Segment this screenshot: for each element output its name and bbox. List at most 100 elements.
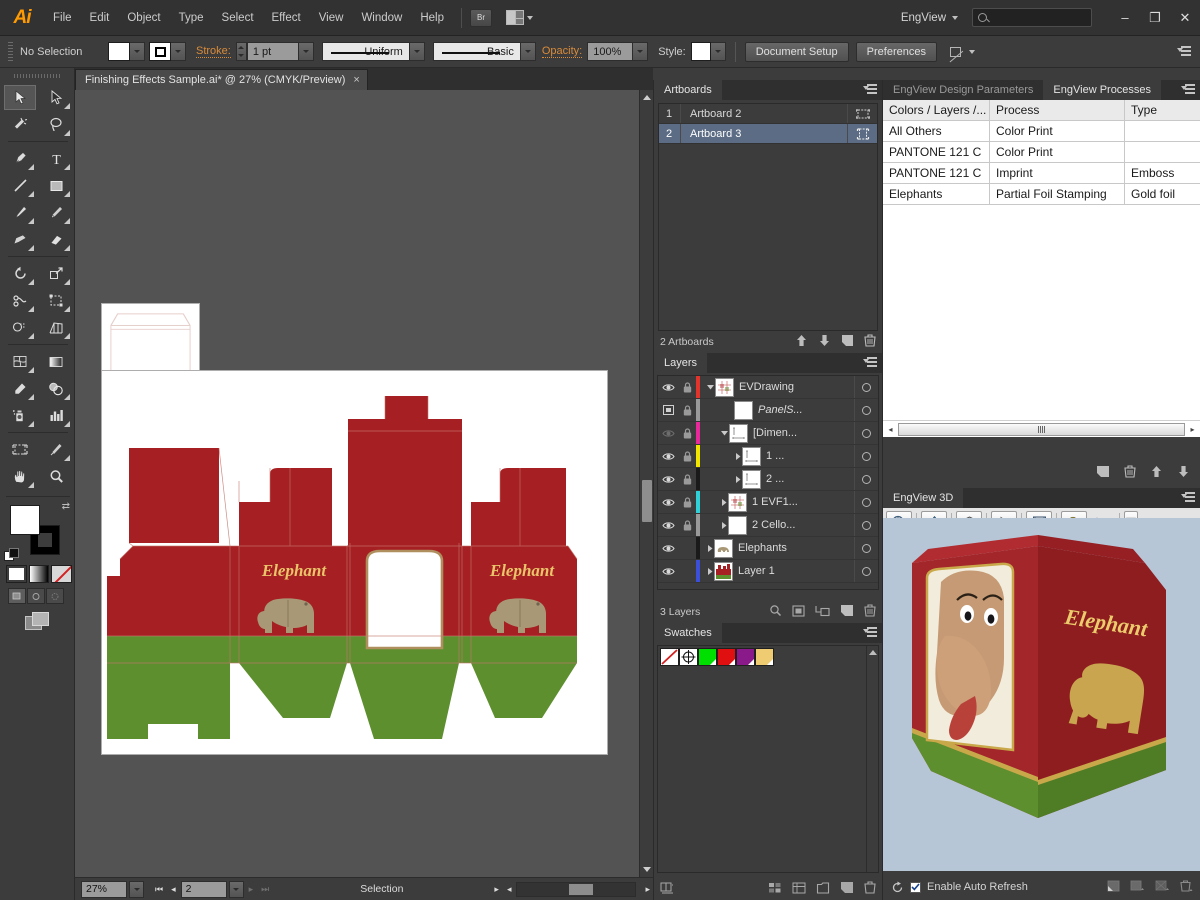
enable-auto-refresh-label[interactable]: Enable Auto Refresh	[927, 881, 1028, 893]
scroll-left-icon[interactable]: ◂	[883, 425, 898, 434]
stroke-weight-dropdown-button[interactable]	[299, 42, 314, 61]
layer-visibility-icon[interactable]	[658, 452, 678, 461]
tab-artboards[interactable]: Artboards	[654, 80, 722, 100]
rotate-tool[interactable]	[4, 261, 36, 286]
preferences-button[interactable]: Preferences	[856, 42, 937, 62]
process-colors-layers[interactable]: PANTONE 121 C	[883, 142, 990, 162]
layer-lock-icon[interactable]	[678, 474, 696, 485]
menu-file[interactable]: File	[44, 0, 81, 36]
layer-row[interactable]: PanelS...	[658, 399, 878, 422]
free-transform-tool[interactable]	[40, 288, 72, 313]
new-process-icon[interactable]	[1096, 465, 1110, 481]
texture-view-icon[interactable]	[1155, 880, 1170, 895]
search-input[interactable]	[972, 8, 1092, 27]
perspective-grid-tool[interactable]	[40, 315, 72, 340]
graphic-style-swatch[interactable]	[691, 42, 711, 61]
layer-row[interactable]: Layer 1	[658, 560, 878, 583]
opacity-dropdown-button[interactable]	[633, 42, 648, 61]
layer-row[interactable]: 2 Cello...	[658, 514, 878, 537]
scale-tool[interactable]	[40, 261, 72, 286]
artboards-list[interactable]: 1 Artboard 2 2 Artboard 3	[658, 103, 878, 331]
make-clipping-mask-icon[interactable]	[792, 605, 805, 620]
swatches-scrollbar[interactable]	[866, 646, 878, 872]
layer-expand-icon[interactable]	[700, 383, 715, 391]
layer-row[interactable]: EVDrawing	[658, 376, 878, 399]
new-color-group-icon[interactable]	[816, 882, 830, 897]
process-type[interactable]: Gold foil	[1125, 184, 1200, 204]
symbol-sprayer-tool[interactable]	[4, 403, 36, 428]
layer-target-icon[interactable]	[854, 537, 878, 559]
artboard-tool[interactable]	[4, 437, 36, 462]
last-artboard-icon[interactable]: ⏭	[258, 884, 272, 895]
hidden-characters-icon[interactable]	[949, 45, 964, 58]
zoom-dropdown-button[interactable]	[129, 881, 144, 898]
magic-wand-tool[interactable]	[4, 112, 36, 137]
eraser-tool[interactable]	[40, 227, 72, 252]
layer-name[interactable]: Layer 1	[738, 565, 854, 577]
layer-name[interactable]: PanelS...	[758, 404, 854, 416]
slice-tool[interactable]	[40, 437, 72, 462]
processes-scroll-track[interactable]	[898, 423, 1185, 436]
control-panel-menu-icon[interactable]	[1177, 46, 1191, 57]
processes-horizontal-scrollbar[interactable]: ◂ ▸	[883, 420, 1200, 437]
hand-tool[interactable]	[4, 464, 36, 489]
process-type[interactable]	[1125, 142, 1200, 162]
color-button[interactable]	[6, 565, 27, 583]
layer-target-icon[interactable]	[854, 560, 878, 582]
draw-inside-icon[interactable]	[46, 588, 64, 604]
artboard-3-artwork[interactable]: Elephant Elephant	[101, 370, 608, 755]
process-name[interactable]: Color Print	[990, 142, 1125, 162]
process-colors-layers[interactable]: All Others	[883, 121, 990, 141]
layer-target-icon[interactable]	[854, 468, 878, 490]
tab-swatches[interactable]: Swatches	[654, 623, 722, 643]
layer-name[interactable]: EVDrawing	[739, 381, 854, 393]
layer-visibility-icon[interactable]	[658, 544, 678, 553]
swatch-registration[interactable]	[679, 648, 698, 666]
next-artboard-icon[interactable]: ▸	[246, 884, 257, 895]
previous-artboard-icon[interactable]: ◂	[168, 884, 179, 895]
layer-target-icon[interactable]	[854, 514, 878, 536]
pencil-tool[interactable]	[40, 200, 72, 225]
collapse-icon[interactable]	[1107, 880, 1120, 895]
layer-visibility-icon[interactable]	[658, 521, 678, 530]
delete-swatch-icon[interactable]	[864, 881, 876, 897]
layer-name[interactable]: 2 ...	[766, 473, 854, 485]
layer-name[interactable]: Elephants	[738, 542, 854, 554]
close-button[interactable]: ✕	[1170, 7, 1200, 29]
fill-dropdown-button[interactable]	[130, 42, 145, 61]
swatches-panel-menu-icon[interactable]	[863, 627, 877, 638]
show-swatch-kinds-icon[interactable]	[768, 882, 782, 897]
swatch-purple[interactable]	[736, 648, 755, 666]
delete-view-icon[interactable]	[1180, 880, 1193, 895]
artboard-name[interactable]: Artboard 3	[681, 128, 847, 140]
width-tool[interactable]	[4, 288, 36, 313]
engview-3d-viewport[interactable]: Elephant	[883, 518, 1200, 871]
fill-swatch[interactable]	[108, 42, 130, 61]
shape-builder-tool[interactable]	[4, 315, 36, 340]
menu-type[interactable]: Type	[170, 0, 213, 36]
new-view-icon[interactable]	[1130, 880, 1145, 895]
opacity-field[interactable]: 100%	[587, 42, 633, 61]
menu-object[interactable]: Object	[118, 0, 169, 36]
brush-definition-field[interactable]: Basic	[433, 42, 521, 61]
stroke-label[interactable]: Stroke:	[196, 45, 231, 58]
layer-lock-icon[interactable]	[678, 451, 696, 462]
layer-row[interactable]: 2 ...	[658, 468, 878, 491]
layer-lock-icon[interactable]	[678, 497, 696, 508]
swatch-green[interactable]	[698, 648, 717, 666]
layer-row[interactable]: [Dimen...	[658, 422, 878, 445]
blend-tool[interactable]	[40, 376, 72, 401]
delete-artboard-icon[interactable]	[864, 334, 876, 350]
layer-visibility-icon[interactable]	[658, 405, 678, 415]
pen-tool[interactable]	[4, 146, 36, 171]
opacity-label[interactable]: Opacity:	[542, 45, 582, 58]
create-new-layer-icon[interactable]	[840, 604, 854, 620]
none-button[interactable]	[51, 565, 72, 583]
horizontal-scroll-thumb[interactable]	[569, 884, 593, 895]
tab-engview-processes[interactable]: EngView Processes	[1043, 80, 1161, 100]
layer-visibility-icon[interactable]	[658, 383, 678, 392]
draw-behind-icon[interactable]	[27, 588, 45, 604]
document-tab[interactable]: Finishing Effects Sample.ai* @ 27% (CMYK…	[75, 69, 368, 90]
stroke-profile-field[interactable]: Uniform	[322, 42, 410, 61]
layer-name[interactable]: 2 Cello...	[752, 519, 854, 531]
